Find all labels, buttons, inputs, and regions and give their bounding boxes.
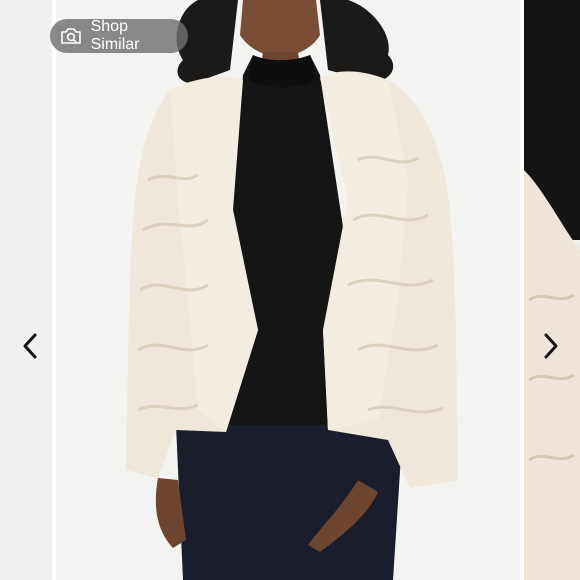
chevron-right-icon (541, 332, 561, 365)
product-photo-main[interactable] (58, 0, 520, 580)
previous-image-button[interactable] (10, 328, 50, 368)
slide-divider (52, 0, 56, 580)
shop-similar-button[interactable]: Shop Similar (50, 18, 188, 53)
chevron-left-icon (20, 332, 40, 365)
product-image-carousel[interactable]: Shop Similar (0, 0, 580, 580)
shop-similar-label: Shop Similar (90, 18, 140, 53)
camera-search-icon (60, 26, 83, 46)
next-image-button[interactable] (531, 328, 571, 368)
next-slide-image (524, 0, 580, 580)
previous-slide-image (0, 0, 52, 580)
